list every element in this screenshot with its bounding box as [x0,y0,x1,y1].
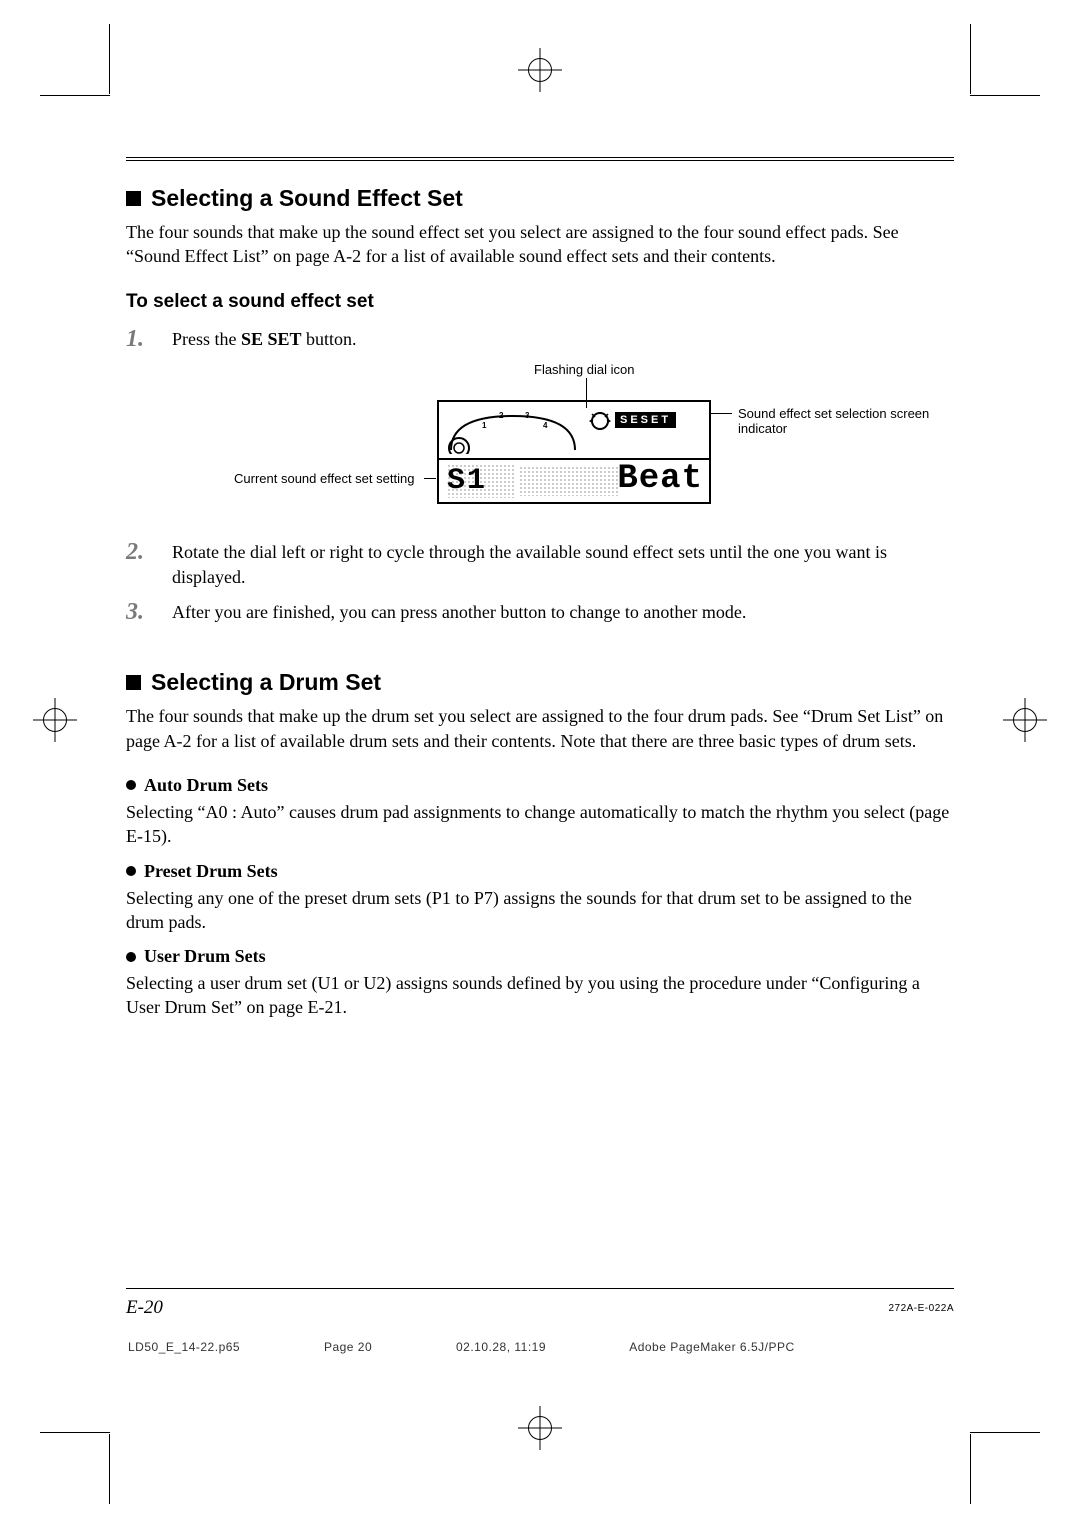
user-drum-sets-heading: User Drum Sets [126,946,954,967]
step-2: 2. Rotate the dial left or right to cycl… [126,540,954,590]
section1-subheading: To select a sound effect set [126,291,954,313]
pad-num-2: 2 [499,411,503,420]
auto-drum-sets-heading: Auto Drum Sets [126,775,954,796]
preset-drum-sets-heading: Preset Drum Sets [126,861,954,882]
lcd-dotmatrix [519,466,619,496]
section2-heading-text: Selecting a Drum Set [151,669,381,695]
slug-date: 02.10.28, 11:19 [456,1340,546,1354]
callout-line-right [710,413,732,414]
step1-text-bold: SE SET [241,329,302,349]
pad-num-1: 1 [482,421,486,430]
page-footer: E-20 272A-E-022A [126,1288,954,1319]
section1-heading: Selecting a Sound Effect Set [126,185,954,212]
imposition-slug: LD50_E_14-22.p65 Page 20 02.10.28, 11:19… [128,1340,952,1354]
section1-heading-text: Selecting a Sound Effect Set [151,185,463,211]
step-3: 3. After you are finished, you can press… [126,600,954,625]
pad-layout-icon [447,408,579,454]
callout-current-setting: Current sound effect set setting [234,471,414,486]
section2-heading: Selecting a Drum Set [126,669,954,696]
step2-text: Rotate the dial left or right to cycle t… [172,542,887,587]
slug-app: Adobe PageMaker 6.5J/PPC [629,1340,794,1354]
user-drum-sets-body: Selecting a user drum set (U1 or U2) ass… [126,971,954,1020]
round-bullet-icon [126,866,136,876]
preset-drum-sets-body: Selecting any one of the preset drum set… [126,886,954,935]
square-bullet-icon [126,191,141,206]
step-number: 1. [126,323,144,357]
section2-intro: The four sounds that make up the drum se… [126,704,954,753]
step3-text: After you are finished, you can press an… [172,602,746,622]
step-number: 3. [126,596,144,630]
callout-seset-indicator: Sound effect set selection screen indica… [738,406,954,436]
lcd-diagram: Flashing dial icon 1 2 3 4 [126,362,954,522]
seset-indicator: SESET [615,412,676,428]
section1-intro: The four sounds that make up the sound e… [126,220,954,269]
page-content: Selecting a Sound Effect Set The four so… [126,157,954,1297]
step-number: 2. [126,536,144,570]
lcd-setting-number: S1 [447,464,515,498]
square-bullet-icon [126,675,141,690]
step1-text-post: button. [302,329,357,349]
callout-line-left [424,478,436,479]
slug-file: LD50_E_14-22.p65 [128,1340,240,1354]
pad-num-3: 3 [525,411,529,420]
round-bullet-icon [126,952,136,962]
round-bullet-icon [126,780,136,790]
lcd-setting-name: Beat [617,460,703,498]
dial-icon [589,410,611,437]
step-1: 1. Press the SE SET button. [126,327,954,352]
pad-num-4: 4 [543,421,547,430]
doc-code: 272A-E-022A [888,1303,954,1314]
slug-page: Page 20 [324,1340,372,1354]
step1-text-pre: Press the [172,329,241,349]
lcd-screen: 1 2 3 4 SESET S1 Beat [437,400,711,504]
callout-flashing-dial: Flashing dial icon [534,362,634,377]
top-rule [126,157,954,161]
page-number: E-20 [126,1297,163,1318]
auto-drum-sets-body: Selecting “A0 : Auto” causes drum pad as… [126,800,954,849]
